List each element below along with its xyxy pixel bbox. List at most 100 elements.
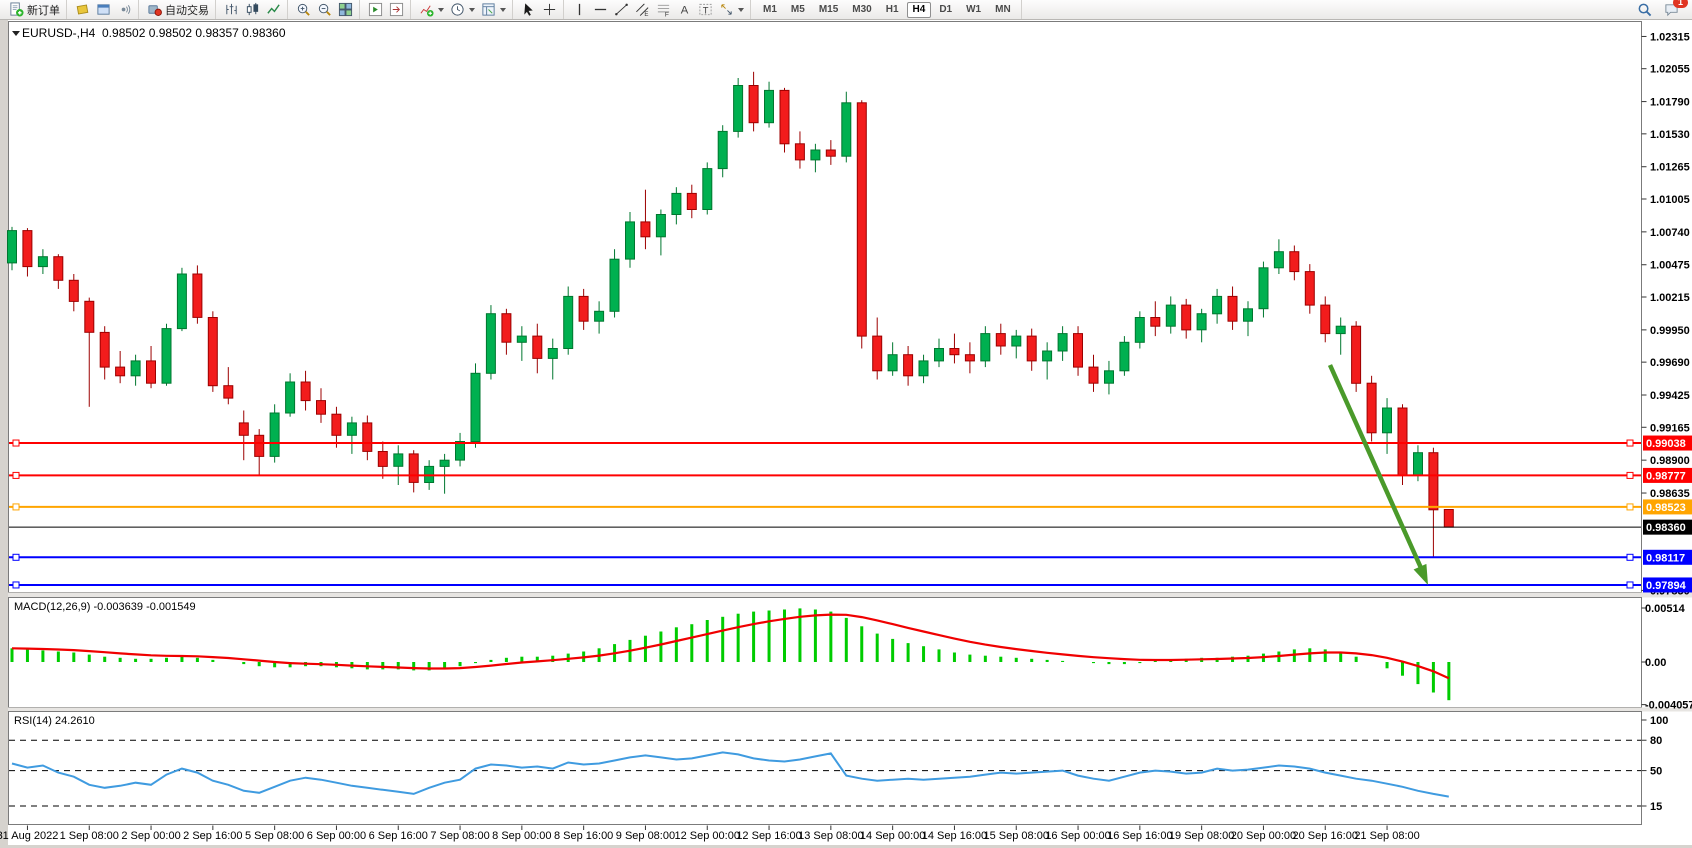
time-axis-label: 12 Sep 16:00 bbox=[736, 830, 801, 842]
timeframe-w1-button[interactable]: W1 bbox=[960, 2, 987, 18]
collapse-chart-icon[interactable] bbox=[12, 31, 20, 36]
timeframe-d1-button[interactable]: D1 bbox=[933, 2, 958, 18]
chevron-down-icon[interactable] bbox=[469, 8, 475, 12]
price-axis-tick: 1.01530 bbox=[1650, 129, 1690, 141]
toolbar-auto-scroll-button[interactable] bbox=[365, 1, 386, 18]
toolbar-group bbox=[218, 0, 288, 19]
periods-icon bbox=[450, 2, 465, 17]
line-handle[interactable] bbox=[1627, 504, 1633, 510]
macd-axis-tick: 0.00 bbox=[1645, 657, 1666, 669]
toolbar-cursor-button[interactable] bbox=[518, 1, 539, 18]
price-axis-tick: 0.98635 bbox=[1650, 488, 1690, 500]
chevron-down-icon[interactable] bbox=[500, 8, 506, 12]
toolbar-tile-windows-button[interactable] bbox=[335, 1, 356, 18]
line-chart-icon bbox=[266, 2, 281, 17]
cursor-icon bbox=[521, 2, 536, 17]
chart-profile-icon bbox=[75, 2, 90, 17]
toolbar-group bbox=[362, 0, 411, 19]
toolbar-bar-chart-button[interactable] bbox=[221, 1, 242, 18]
time-axis-label: 8 Sep 00:00 bbox=[492, 830, 551, 842]
timeframe-m30-button[interactable]: M30 bbox=[846, 2, 877, 18]
price-label-text: 0.98777 bbox=[1646, 470, 1686, 482]
text-label-icon: T bbox=[698, 2, 713, 17]
price-axis-tick: 1.01790 bbox=[1650, 97, 1690, 109]
toolbar-new-order-button[interactable]: 新订单 bbox=[6, 1, 63, 18]
line-handle[interactable] bbox=[1627, 440, 1633, 446]
line-handle[interactable] bbox=[13, 582, 19, 588]
toolbar-group: EFA T bbox=[566, 0, 751, 19]
timeframe-h4-button[interactable]: H4 bbox=[907, 2, 932, 18]
toolbar-group bbox=[290, 0, 360, 19]
time-axis-label: 20 Sep 00:00 bbox=[1231, 830, 1296, 842]
rsi-axis-tick: 15 bbox=[1650, 801, 1662, 813]
timeframe-m1-button[interactable]: M1 bbox=[757, 2, 783, 18]
toolbar-sound-button[interactable] bbox=[114, 1, 135, 18]
svg-text:T: T bbox=[703, 5, 709, 15]
bar-chart-icon bbox=[224, 2, 239, 17]
rsi-axis-tick: 50 bbox=[1650, 766, 1662, 778]
macd-indicator-label: MACD(12,26,9) -0.003639 -0.001549 bbox=[14, 601, 196, 613]
toolbar-fibonacci-button[interactable]: F bbox=[653, 1, 674, 18]
time-axis-label: 15 Sep 08:00 bbox=[984, 830, 1049, 842]
timeframe-mn-button[interactable]: MN bbox=[989, 2, 1017, 18]
toolbar-equidistant-channel-button[interactable]: E bbox=[632, 1, 653, 18]
line-handle[interactable] bbox=[13, 504, 19, 510]
toolbar-indicators-button[interactable] bbox=[416, 1, 447, 18]
price-axis-tick: 1.00475 bbox=[1650, 260, 1690, 272]
toolbar-text-label-button[interactable]: T bbox=[695, 1, 716, 18]
toolbar-group bbox=[69, 0, 139, 19]
line-handle[interactable] bbox=[13, 554, 19, 560]
line-handle[interactable] bbox=[1627, 472, 1633, 478]
chart-window[interactable]: 1.023151.020551.017901.015301.012651.010… bbox=[0, 0, 1692, 848]
toolbar-search-button[interactable] bbox=[1634, 1, 1655, 18]
timeframe-h1-button[interactable]: H1 bbox=[880, 2, 905, 18]
line-handle[interactable] bbox=[13, 440, 19, 446]
time-axis-label: 16 Sep 00:00 bbox=[1045, 830, 1110, 842]
toolbar-chart-profile-button[interactable] bbox=[72, 1, 93, 18]
panel-splitter[interactable] bbox=[8, 708, 1692, 712]
toolbar-line-chart-button[interactable] bbox=[263, 1, 284, 18]
toolbar-candlestick-chart-button[interactable] bbox=[242, 1, 263, 18]
price-axis-tick: 0.99950 bbox=[1650, 325, 1690, 337]
toolbar-crosshair-button[interactable] bbox=[539, 1, 560, 18]
time-axis-label: 13 Sep 08:00 bbox=[798, 830, 863, 842]
price-label-text: 0.98117 bbox=[1646, 552, 1685, 564]
price-axis-tick: 0.99690 bbox=[1650, 357, 1690, 369]
line-handle[interactable] bbox=[1627, 554, 1633, 560]
toolbar-trendline-button[interactable] bbox=[611, 1, 632, 18]
rsi-panel-area[interactable] bbox=[9, 712, 1642, 825]
price-axis-tick: 1.00215 bbox=[1650, 292, 1690, 304]
rsi-axis-tick: 100 bbox=[1650, 715, 1668, 727]
tile-windows-icon bbox=[338, 2, 353, 17]
toolbar-zoom-in-button[interactable] bbox=[293, 1, 314, 18]
toolbar-autotrade-button[interactable]: 自动交易 bbox=[144, 1, 212, 18]
window-left-edge bbox=[0, 20, 8, 848]
time-axis-label: 7 Sep 08:00 bbox=[430, 830, 489, 842]
toolbar-arrows-button[interactable] bbox=[716, 1, 747, 18]
time-axis-label: 31 Aug 2022 bbox=[0, 830, 58, 842]
chevron-down-icon[interactable] bbox=[738, 8, 744, 12]
chevron-down-icon[interactable] bbox=[438, 8, 444, 12]
panel-splitter[interactable] bbox=[8, 593, 1692, 598]
line-handle[interactable] bbox=[1627, 582, 1633, 588]
toolbar-terminal-button[interactable] bbox=[93, 1, 114, 18]
line-handle[interactable] bbox=[13, 472, 19, 478]
price-axis-tick: 1.01265 bbox=[1650, 162, 1690, 174]
toolbar-vertical-line-button[interactable] bbox=[569, 1, 590, 18]
toolbar-zoom-out-button[interactable] bbox=[314, 1, 335, 18]
svg-text:A: A bbox=[681, 5, 689, 17]
toolbar-right-tools: 1 bbox=[1634, 1, 1692, 18]
toolbar-periods-button[interactable] bbox=[447, 1, 478, 18]
toolbar-chat-button[interactable]: 1 bbox=[1661, 1, 1682, 18]
toolbar-horizontal-line-button[interactable] bbox=[590, 1, 611, 18]
toolbar-templates-button[interactable] bbox=[478, 1, 509, 18]
timeframe-m5-button[interactable]: M5 bbox=[785, 2, 811, 18]
toolbar-text-button[interactable]: A bbox=[674, 1, 695, 18]
toolbar-group bbox=[413, 0, 513, 19]
trendline-icon bbox=[614, 2, 629, 17]
toolbar-chart-shift-button[interactable] bbox=[386, 1, 407, 18]
time-axis[interactable]: 31 Aug 20221 Sep 08:002 Sep 00:002 Sep 1… bbox=[0, 826, 1420, 843]
zoom-in-icon bbox=[296, 2, 311, 17]
templates-icon bbox=[481, 2, 496, 17]
timeframe-m15-button[interactable]: M15 bbox=[813, 2, 844, 18]
